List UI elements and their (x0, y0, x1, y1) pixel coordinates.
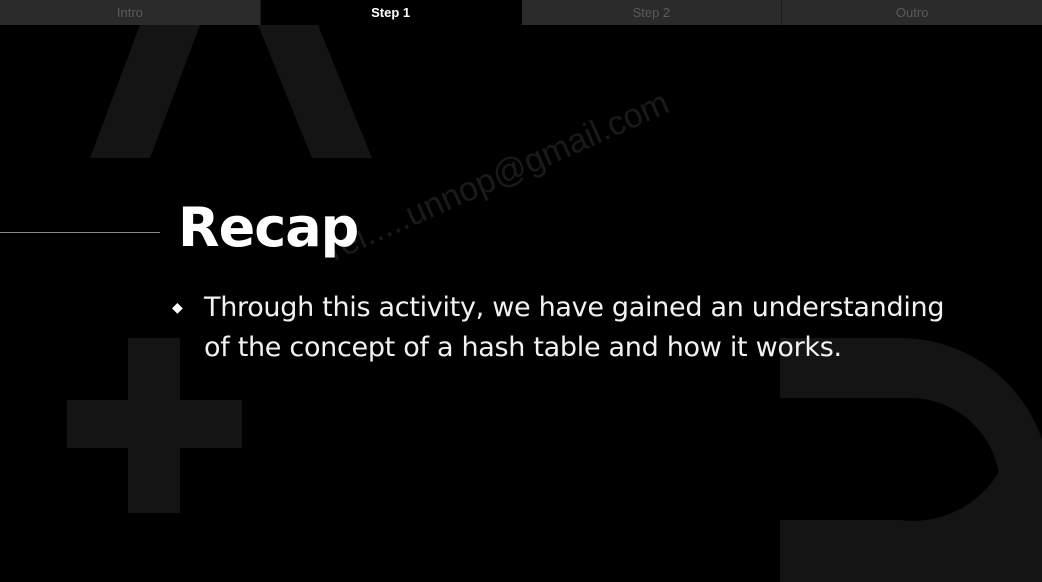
step-tab-bar: Intro Step 1 Step 2 Outro (0, 0, 1042, 25)
tab-outro[interactable]: Outro (782, 0, 1042, 25)
tab-step-2[interactable]: Step 2 (521, 0, 783, 25)
bullet-list: ◆ Through this activity, we have gained … (172, 288, 972, 368)
list-item: ◆ Through this activity, we have gained … (172, 288, 972, 368)
slide-title: Recap (178, 196, 359, 259)
tab-intro[interactable]: Intro (0, 0, 261, 25)
tab-step-1[interactable]: Step 1 (260, 0, 522, 25)
decor-letter-a-shape (90, 25, 200, 158)
decor-plus-horizontal (67, 400, 242, 448)
decor-letter-d-shape (780, 338, 1042, 582)
diamond-bullet-icon: ◆ (172, 300, 183, 316)
bullet-text: Through this activity, we have gained an… (204, 292, 945, 363)
decor-letter-a-shape-right (258, 25, 372, 158)
title-accent-line (0, 232, 160, 233)
